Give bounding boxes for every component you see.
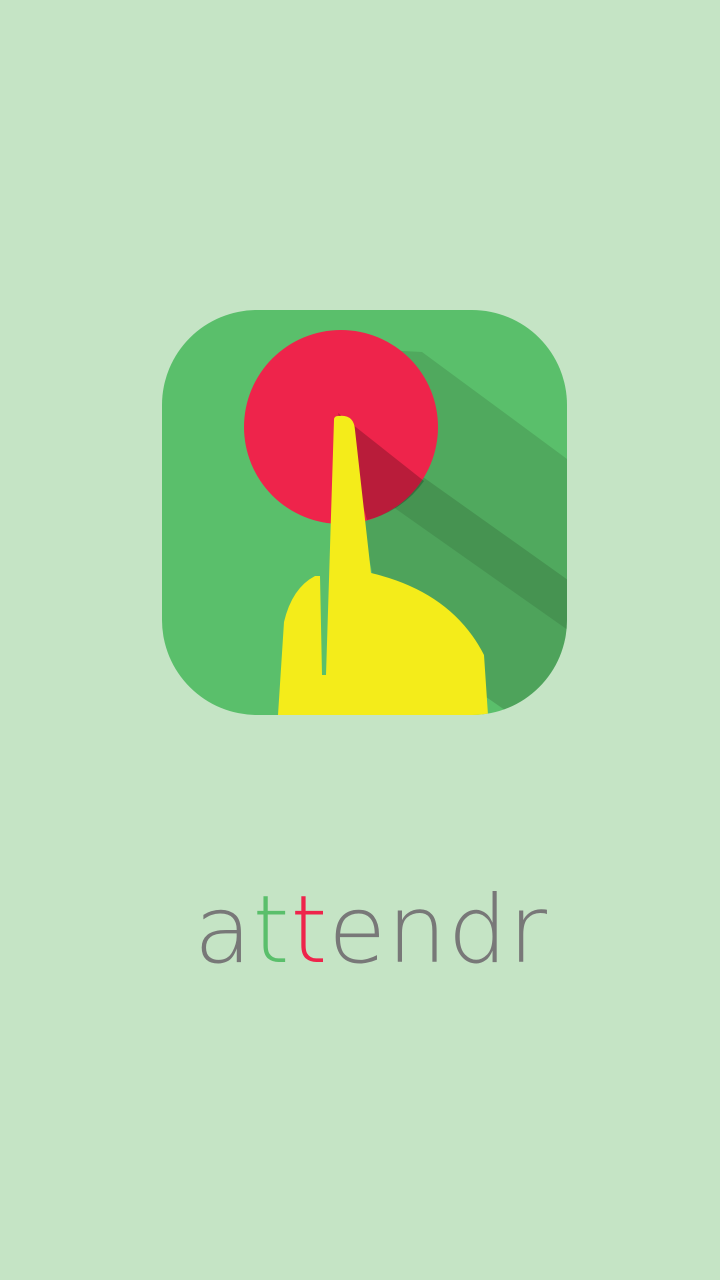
wordmark-letter-t-red: t [290, 876, 329, 985]
app-logo [162, 310, 567, 715]
wordmark-letter-t-green: t [252, 876, 291, 985]
app-wordmark: attendr [0, 876, 720, 986]
splash-screen: attendr [0, 0, 720, 1280]
finger-pressing-button-icon [162, 310, 567, 715]
wordmark-letters-endr: endr [328, 876, 549, 985]
wordmark-letter-a: a [193, 876, 253, 985]
